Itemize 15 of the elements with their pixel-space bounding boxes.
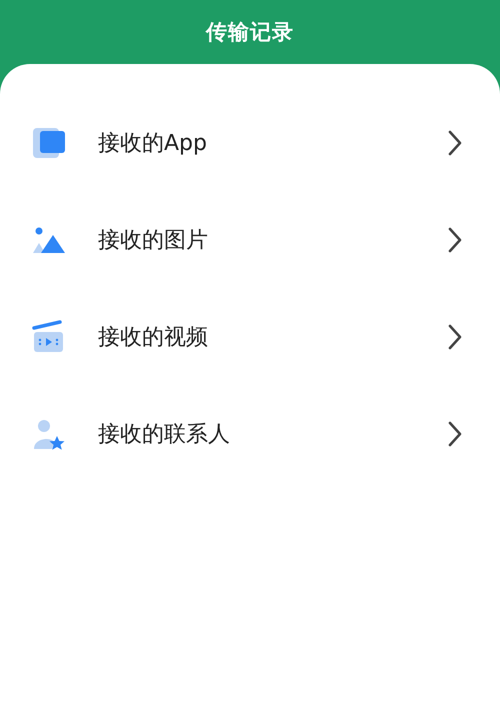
chevron-right-icon [448, 130, 462, 156]
list-item[interactable]: 接收的App [0, 94, 500, 191]
app-icon [32, 126, 66, 160]
list-item[interactable]: 接收的图片 [0, 191, 500, 288]
chevron-right-icon [448, 324, 462, 350]
page-title: 传输记录 [206, 19, 294, 46]
chevron-right-icon [448, 420, 462, 446]
video-icon [32, 320, 66, 354]
item-label: 接收的App [98, 130, 208, 158]
item-label: 接收的视频 [98, 324, 209, 352]
list-item[interactable]: 接收的联系人 [0, 385, 500, 482]
list-item[interactable]: 接收的视频 [0, 288, 500, 385]
chevron-right-icon [448, 226, 462, 252]
item-label: 接收的图片 [98, 226, 209, 254]
item-label: 接收的联系人 [98, 420, 231, 448]
